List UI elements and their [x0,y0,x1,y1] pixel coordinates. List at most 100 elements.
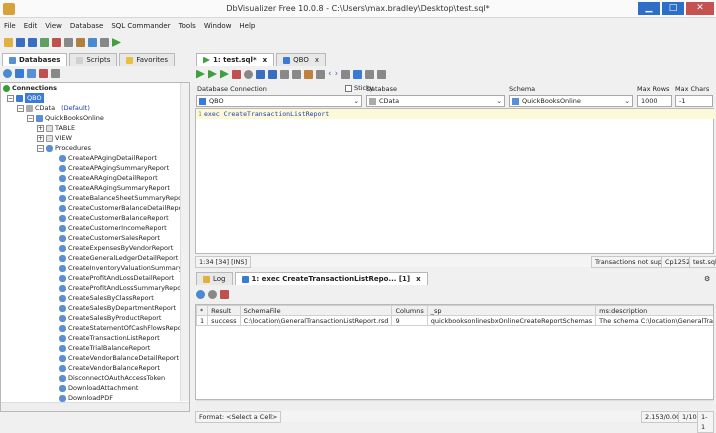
tab-result[interactable]: 1: exec CreateTransactionListRepo... [1]… [234,272,428,285]
maximize-button[interactable]: □ [662,2,684,15]
connect-icon[interactable] [40,38,49,47]
table-cell[interactable]: The schema C:\location\GeneralTransactio… [595,315,713,326]
tree-procedure-item[interactable]: CreateSalesByDepartmentReport [59,303,176,313]
tab-log[interactable]: Log [196,272,233,285]
tree-table[interactable]: + TABLE [37,123,75,133]
tree-procedure-item[interactable]: CreateCustomerBalanceReport [59,213,169,223]
tree-procedure-item[interactable]: CreateStatementOfCashFlowsReport [59,323,187,333]
tree-procedure-item[interactable]: CreateTrialBalanceReport [59,343,150,353]
collapse-icon[interactable]: − [27,114,34,122]
tab-scripts[interactable]: Scripts [69,53,118,66]
disconnect-icon[interactable] [52,38,61,47]
column-header[interactable]: ms:description [595,305,713,316]
chevron-down-icon[interactable]: ⌄ [625,96,630,106]
tab-qbo[interactable]: QBO x [276,53,326,66]
window-icon[interactable] [88,38,97,47]
open-folder-icon[interactable] [4,38,13,47]
export-icon[interactable] [220,290,229,299]
max-chars-input[interactable]: -1 [675,95,713,107]
tree-procedure-item[interactable]: CreateSalesByProductReport [59,313,161,323]
tree-view[interactable]: + VIEW [37,133,72,143]
options-icon[interactable] [377,69,387,79]
menu-edit[interactable]: Edit [24,22,38,30]
tree-procedure-item[interactable]: CreateVendorBalanceReport [59,363,160,373]
record-icon[interactable] [208,290,217,299]
refresh-icon[interactable] [196,290,205,299]
history-icon[interactable] [341,69,351,79]
save-as-icon[interactable] [268,69,277,79]
tab-test-sql[interactable]: 1: test.sql* x [196,53,275,66]
sql-editor[interactable]: 1 exec CreateTransactionListReport [195,108,715,254]
tree-procedure-item[interactable]: CreateSalesByClassReport [59,293,154,303]
tree-procedure-item[interactable]: CreateExpensesByVendorReport [59,243,173,253]
close-tab-icon[interactable]: x [263,54,268,66]
tree-procedure-item[interactable]: CreateTransactionListReport [59,333,160,343]
column-header[interactable]: SchemaFile [239,305,393,316]
delete-icon[interactable] [39,69,48,78]
menu-database[interactable]: Database [70,22,103,30]
tools-icon[interactable] [76,38,85,47]
tree-procedure-item[interactable]: CreateProfitAndLossDetailReport [59,273,174,283]
tree-procedure-item[interactable]: CreateAPAgingSummaryReport [59,163,169,173]
next-icon[interactable]: › [335,69,339,79]
tree-procedure-item[interactable]: CreateCustomerIncomeReport [59,223,167,233]
filter-icon[interactable] [51,69,60,78]
save-icon[interactable] [256,69,265,79]
sticky-checkbox[interactable] [345,84,352,92]
schema-select[interactable]: QuickBooksOnline ⌄ [509,95,633,107]
cut-icon[interactable] [280,69,289,79]
collapse-icon[interactable]: − [17,104,24,112]
tree-procedure-item[interactable]: DownloadAttachment [59,383,138,393]
database-icon[interactable] [64,38,73,47]
tree-qbo[interactable]: − QBO [7,93,44,103]
run-icon[interactable] [112,38,121,47]
max-rows-input[interactable]: 1000 [637,95,672,107]
tree-procedure-item[interactable]: CreateARAgingDetailReport [59,173,158,183]
stop-icon[interactable] [232,69,241,79]
tab-favorites[interactable]: Favorites [119,53,175,66]
copy-icon[interactable] [292,69,301,79]
tree-horizontal-scrollbar[interactable] [1,402,189,411]
menu-view[interactable]: View [45,22,62,30]
close-button[interactable]: ✕ [686,2,714,15]
tree-procedures[interactable]: − Procedures [37,143,91,153]
tree-cdata[interactable]: − CData (Default) [17,103,90,113]
menu-file[interactable]: File [4,22,16,30]
save-all-icon[interactable] [28,38,37,47]
tree-procedure-item[interactable]: CreateBalanceSheetSummaryReport [59,193,187,203]
database-select[interactable]: CData ⌄ [366,95,505,107]
table-cell[interactable]: C:\location\GeneralTransactionListReport… [239,315,393,326]
tree-procedure-item[interactable]: CreateAPAgingDetailReport [59,153,157,163]
expand-icon[interactable]: + [37,134,44,142]
close-tab-icon[interactable]: x [315,54,319,66]
expand-icon[interactable]: + [37,124,44,132]
tree-procedure-item[interactable]: CreateInventoryValuationSummaryReport [59,263,189,273]
properties-icon[interactable] [100,38,109,47]
execute-icon[interactable] [196,69,205,79]
save-icon[interactable] [16,38,25,47]
commit-icon[interactable] [244,69,253,79]
collapse-icon[interactable]: − [7,94,14,102]
tree-procedure-item[interactable]: CreateVendorBalanceDetailReport [59,353,179,363]
execute-current-icon[interactable] [208,69,217,79]
tree-procedure-item[interactable]: CreateCustomerBalanceDetailReport [59,203,188,213]
collapse-icon[interactable]: − [37,144,44,152]
previous-icon[interactable]: ‹ [328,69,332,79]
format-icon[interactable] [353,69,363,79]
menu-help[interactable]: Help [239,22,255,30]
paste-icon[interactable] [304,69,313,79]
execute-buffer-icon[interactable] [220,69,229,79]
tree-vertical-scrollbar[interactable] [180,83,189,401]
menu-tools[interactable]: Tools [179,22,196,30]
chevron-down-icon[interactable]: ⌄ [354,96,359,106]
menu-sql-commander[interactable]: SQL Commander [111,22,170,30]
column-header[interactable]: Result [207,305,241,316]
undo-icon[interactable] [316,69,325,79]
connect-icon[interactable] [27,69,36,78]
refresh-icon[interactable] [3,69,12,78]
tree-connections[interactable]: Connections [3,83,57,93]
tree-procedure-item[interactable]: CreateARAgingSummaryReport [59,183,170,193]
column-header[interactable]: _sp [426,305,597,316]
tree-procedure-item[interactable]: DisconnectOAuthAccessToken [59,373,165,383]
result-horizontal-scrollbar[interactable] [196,400,713,409]
